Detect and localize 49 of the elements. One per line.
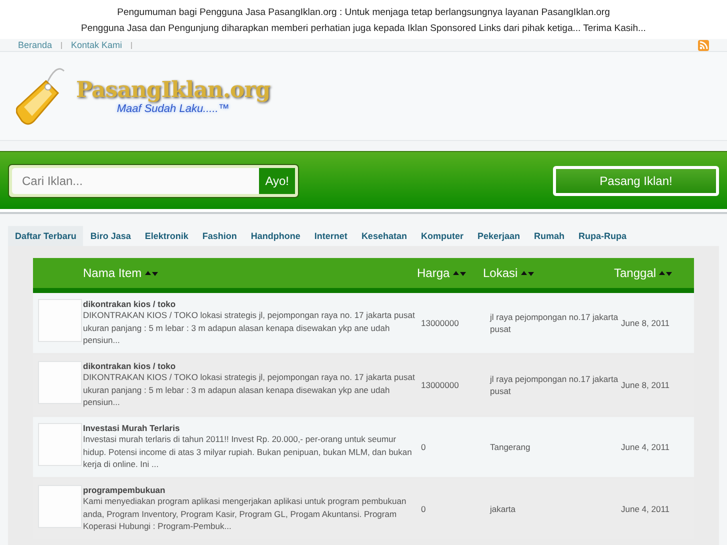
listing-row[interactable] xyxy=(33,417,694,479)
price-cell-text: 0 xyxy=(421,442,427,452)
category-tab[interactable]: Pekerjaan xyxy=(470,226,527,246)
category-tab[interactable]: Biro Jasa xyxy=(83,226,138,246)
search-field[interactable]: Cari Iklan... Ayo! xyxy=(8,164,299,198)
location-cell-text: Tangerang xyxy=(490,440,532,454)
post-ad-button[interactable]: Pasang Iklan! xyxy=(553,166,719,196)
date-cell-text: June 8, 2011 xyxy=(621,318,671,328)
item-title[interactable]: dikontrakan kios / toko xyxy=(83,361,417,372)
site-tagline: Maaf Sudah Laku.....™ xyxy=(116,103,230,115)
category-tab[interactable]: Kesehatan xyxy=(354,226,414,246)
location-cell-text: jakarta xyxy=(490,502,517,516)
nav-link[interactable]: Kontak Kami xyxy=(71,40,122,50)
date-cell-text: June 4, 2011 xyxy=(621,442,671,452)
category-tab[interactable]: Rupa-Rupa xyxy=(572,226,634,246)
item-title[interactable]: programpembukuan xyxy=(83,485,417,496)
sort-icon[interactable] xyxy=(144,270,159,276)
category-tab[interactable]: Internet xyxy=(307,226,354,246)
date-cell-text: June 4, 2011 xyxy=(621,504,671,514)
listing-row[interactable] xyxy=(33,293,694,355)
category-tab[interactable]: Handphone xyxy=(244,226,308,246)
sort-icon[interactable] xyxy=(659,270,674,276)
item-title[interactable]: dikontrakan kios / toko xyxy=(83,299,417,310)
category-tab[interactable]: Rumah xyxy=(527,226,572,246)
location-cell-text: jl raya pejompongan no.17 jakarta pusat xyxy=(490,310,620,336)
item-description: Kami menyediakan program aplikasi mengerjakan aplikasi untuk program pembukuan anda, Program Inventory, Program Kasir, Program GL, Progam Akuntansi. Program Koperasi Hubungi : Program-Pembuk... xyxy=(83,495,408,533)
price-cell-text: 13000000 xyxy=(421,318,460,328)
item-title[interactable]: Investasi Murah Terlaris xyxy=(83,423,417,434)
date-cell-text: June 8, 2011 xyxy=(621,380,671,390)
thumbnail xyxy=(38,361,82,404)
category-tab[interactable]: Daftar Terbaru xyxy=(8,226,84,246)
location-cell-text: jl raya pejompongan no.17 jakarta pusat xyxy=(490,372,620,398)
category-tab[interactable]: Komputer xyxy=(414,226,470,246)
sort-icon[interactable] xyxy=(520,270,535,276)
item-description: DIKONTRAKAN KIOS / TOKO lokasi strategis jl, pejompongan raya no. 17 jakarta pusat ukuran panjang : 5 m lebar : 3 m adapun alasan kenapa disewakan ykp ane udah pensiun... xyxy=(83,309,416,347)
item-description: DIKONTRAKAN KIOS / TOKO lokasi strategis jl, pejompongan raya no. 17 jakarta pusat ukuran panjang : 5 m lebar : 3 m adapun alasan kenapa disewakan ykp ane udah pensiun... xyxy=(83,371,416,409)
thumbnail xyxy=(38,299,82,342)
search-button[interactable]: Ayo! xyxy=(259,168,295,194)
item-description: Investasi murah terlaris di tahun 2011!! Invest Rp. 20.000,- per-orang untuk seumur hidup. Potensi income di atas 3 milyar rupiah. Bukan penipuan, bukan MLM, dan bukan kerja di online. Ini ... xyxy=(83,433,413,471)
thumbnail xyxy=(38,485,82,528)
category-tab[interactable]: Fashion xyxy=(195,226,244,246)
thumbnail xyxy=(38,423,82,466)
sort-icon[interactable] xyxy=(452,270,467,276)
announcement-text: Pengumuman bagi Pengguna Jasa PasangIklan.org : Untuk menjaga tetap berlangsungnya layanan PasangIklan.org xyxy=(116,6,611,20)
announcement-text: Pengguna Jasa dan Pengunjung diharapkan memberi perhatian juga kepada Iklan Sponsored Links dari pihak ketiga... Terima Kasih... xyxy=(80,22,647,36)
category-tab[interactable]: Elektronik xyxy=(138,226,196,246)
price-cell-text: 0 xyxy=(421,504,427,514)
price-cell-text: 13000000 xyxy=(421,380,460,390)
nav-link[interactable]: Beranda xyxy=(18,40,52,50)
